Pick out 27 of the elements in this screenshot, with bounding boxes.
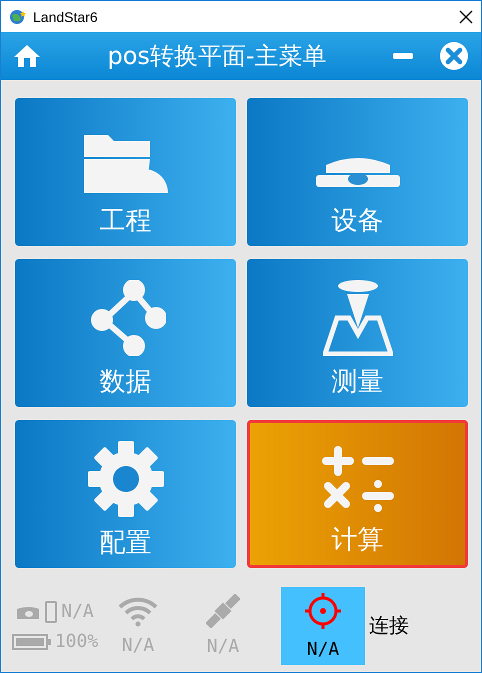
- close-icon[interactable]: [459, 10, 473, 24]
- position-status[interactable]: N/A: [281, 586, 365, 664]
- survey-icon: [322, 278, 392, 356]
- wifi-icon: [117, 595, 159, 627]
- window-title: LandStar6: [33, 8, 99, 24]
- menu-tile[interactable]: 工程: [15, 98, 236, 246]
- menu-tile[interactable]: 数据: [15, 259, 236, 407]
- menu-tile[interactable]: 测量: [247, 259, 468, 407]
- controller-battery-text: 100%: [54, 631, 98, 652]
- receiver-battery-icon: [16, 599, 58, 623]
- menu-tile[interactable]: 计算: [247, 420, 468, 568]
- menu-tile[interactable]: 设备: [247, 98, 468, 246]
- menu-tile[interactable]: 配置: [15, 420, 236, 568]
- gear-icon: [88, 441, 164, 517]
- wifi-text: N/A: [122, 635, 154, 656]
- home-icon[interactable]: [13, 44, 41, 68]
- battery-icon: [12, 632, 52, 650]
- receiver-battery-text: N/A: [61, 600, 94, 622]
- satellite-icon: [206, 594, 240, 628]
- satellite-text: N/A: [206, 636, 240, 657]
- connect-button[interactable]: 连接: [365, 612, 413, 639]
- globe-icon: [9, 8, 27, 24]
- position-text: N/A: [306, 639, 340, 660]
- math-operators-icon: [320, 446, 396, 514]
- crosshair-icon: [303, 591, 343, 631]
- minimize-icon[interactable]: [393, 53, 413, 59]
- page-title: pos转换平面-主菜单: [106, 41, 328, 72]
